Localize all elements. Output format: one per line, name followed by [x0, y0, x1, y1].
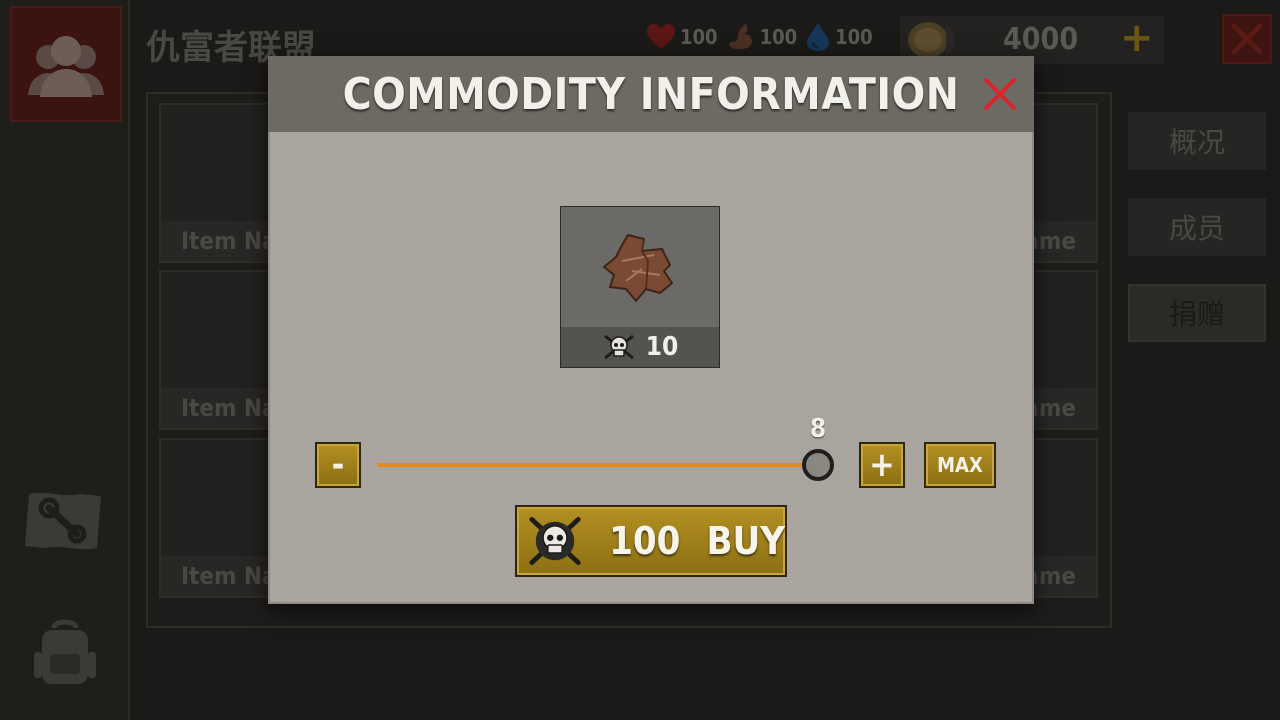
decrease-quantity-button[interactable]: -	[315, 442, 361, 488]
buy-button[interactable]: 100 BUY	[515, 505, 787, 577]
buy-price: 100	[609, 519, 681, 563]
skull-crossed-blades-icon	[603, 334, 634, 360]
increase-quantity-button[interactable]: +	[859, 442, 905, 488]
dialog-header: COMMODITY INFORMATION	[268, 56, 1034, 132]
quantity-value: 8	[809, 414, 827, 444]
skull-crossed-blades-icon	[529, 516, 581, 566]
item-image	[561, 207, 719, 327]
commodity-info-dialog: COMMODITY INFORMATION 10 - 8 + MAX 100 B…	[268, 56, 1034, 604]
buy-label: BUY	[706, 519, 785, 563]
item-card: 10	[560, 206, 720, 368]
leather-scrap-icon	[602, 233, 674, 303]
item-price: 10	[645, 332, 679, 362]
item-price-row: 10	[561, 327, 719, 367]
dialog-title: COMMODITY INFORMATION	[342, 68, 960, 120]
quantity-slider-handle[interactable]	[802, 449, 834, 481]
quantity-slider-track[interactable]	[378, 463, 818, 467]
dialog-close-button[interactable]	[982, 76, 1018, 112]
close-icon	[984, 78, 1016, 110]
max-quantity-button[interactable]: MAX	[924, 442, 996, 488]
